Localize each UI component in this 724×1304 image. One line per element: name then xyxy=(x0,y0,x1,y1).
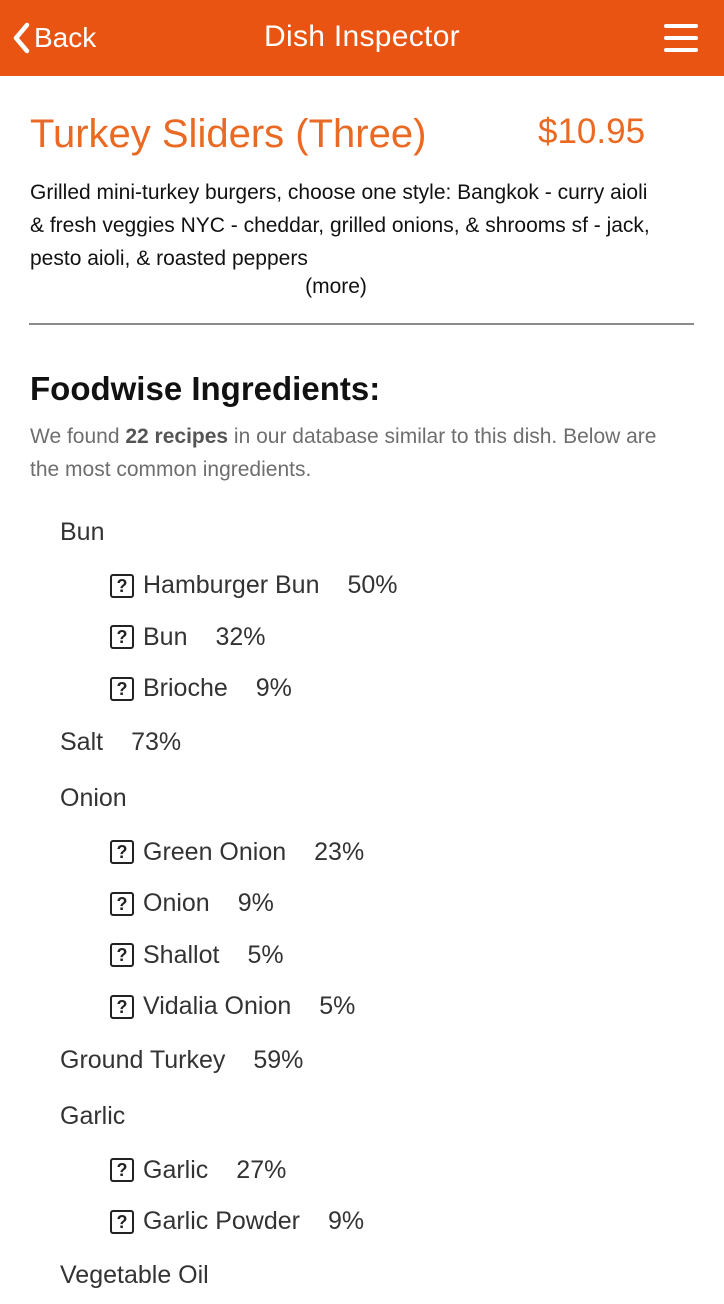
ingredient-group-name: Bun xyxy=(60,517,105,546)
recipe-count: 22 recipes xyxy=(125,425,229,448)
question-box-icon[interactable]: ? xyxy=(110,676,134,701)
ingredient-item: ? Green Onion 23% xyxy=(0,827,724,879)
question-box-icon[interactable]: ? xyxy=(110,994,134,1019)
ingredient-item: ? Shallot 5% xyxy=(0,930,724,982)
ingredient-item: ? Garlic Powder 9% xyxy=(0,1196,724,1248)
ingredient-item-name: Bun xyxy=(143,622,188,651)
ingredient-group-percent: 59% xyxy=(253,1046,304,1074)
ingredient-group-name: Salt xyxy=(60,728,104,756)
ingredient-item-percent: 9% xyxy=(328,1207,365,1236)
ingredients-intro: We found 22 recipes in our database simi… xyxy=(30,420,690,486)
ingredient-group-name: Vegetable Oil xyxy=(60,1261,209,1289)
question-box-icon[interactable]: ? xyxy=(110,573,134,598)
ingredient-item-percent: 5% xyxy=(319,992,356,1021)
ingredient-group: Bun xyxy=(0,504,724,560)
ingredient-group-name: Ground Turkey xyxy=(60,1046,226,1074)
dish-price: $10.95 xyxy=(538,112,646,151)
ingredient-item-name: Garlic Powder xyxy=(143,1207,300,1236)
ingredient-item: ? Garlic 27% xyxy=(0,1145,724,1197)
ingredient-group-name: Onion xyxy=(60,784,127,812)
ingredient-item-percent: 9% xyxy=(237,889,274,918)
intro-prefix: We found xyxy=(30,425,126,448)
ingredient-item-percent: 5% xyxy=(247,940,284,969)
dish-name: Turkey Sliders (Three) xyxy=(30,112,427,156)
ingredient-group-name: Garlic xyxy=(60,1102,126,1130)
ingredient-group: Ground Turkey 59% xyxy=(0,1033,724,1089)
ingredient-group-percent: 73% xyxy=(131,728,182,756)
top-navbar: Back Dish Inspector xyxy=(0,0,724,76)
page-title: Dish Inspector xyxy=(264,20,460,53)
question-box-icon[interactable]: ? xyxy=(110,1209,134,1234)
ingredients-heading: Foodwise Ingredients: xyxy=(30,370,381,407)
ingredient-item-percent: 32% xyxy=(215,622,266,651)
ingredient-item-name: Shallot xyxy=(143,940,220,969)
ingredient-group: Vegetable Oil xyxy=(0,1248,724,1304)
ingredient-group: Salt 73% xyxy=(0,715,724,771)
ingredient-item-name: Vidalia Onion xyxy=(143,992,292,1021)
ingredient-item-percent: 9% xyxy=(255,674,292,703)
divider xyxy=(29,323,694,325)
question-box-icon[interactable]: ? xyxy=(110,891,134,916)
ingredient-item-name: Hamburger Bun xyxy=(143,571,320,600)
ingredient-item: ? Hamburger Bun 50% xyxy=(0,560,724,612)
ingredient-item: ? Onion 9% xyxy=(0,878,724,930)
ingredient-item: ? Brioche 9% xyxy=(0,663,724,715)
ingredient-item-name: Onion xyxy=(143,889,210,918)
ingredient-list: Bun? Hamburger Bun 50%? Bun 32%? Brioche 9% Sal… xyxy=(0,504,724,1304)
hamburger-menu-icon[interactable] xyxy=(664,24,698,52)
ingredient-item: ? Bun 32% xyxy=(0,612,724,664)
ingredient-item-percent: 50% xyxy=(347,571,398,600)
ingredient-item-name: Brioche xyxy=(143,674,228,703)
ingredient-item-percent: 23% xyxy=(314,837,365,866)
ingredient-group: Onion xyxy=(0,771,724,827)
dish-description: Grilled mini-turkey burgers, choose one … xyxy=(30,181,650,270)
question-box-icon[interactable]: ? xyxy=(110,1158,134,1183)
more-link[interactable]: (more) xyxy=(0,275,672,299)
ingredient-item-percent: 27% xyxy=(236,1155,287,1184)
ingredient-item: ? Vidalia Onion 5% xyxy=(0,981,724,1033)
question-box-icon[interactable]: ? xyxy=(110,840,134,865)
ingredient-item-name: Garlic xyxy=(143,1155,209,1184)
question-box-icon[interactable]: ? xyxy=(110,625,134,650)
ingredient-group: Garlic xyxy=(0,1089,724,1145)
ingredient-item-name: Green Onion xyxy=(143,837,287,866)
question-box-icon[interactable]: ? xyxy=(110,943,134,968)
